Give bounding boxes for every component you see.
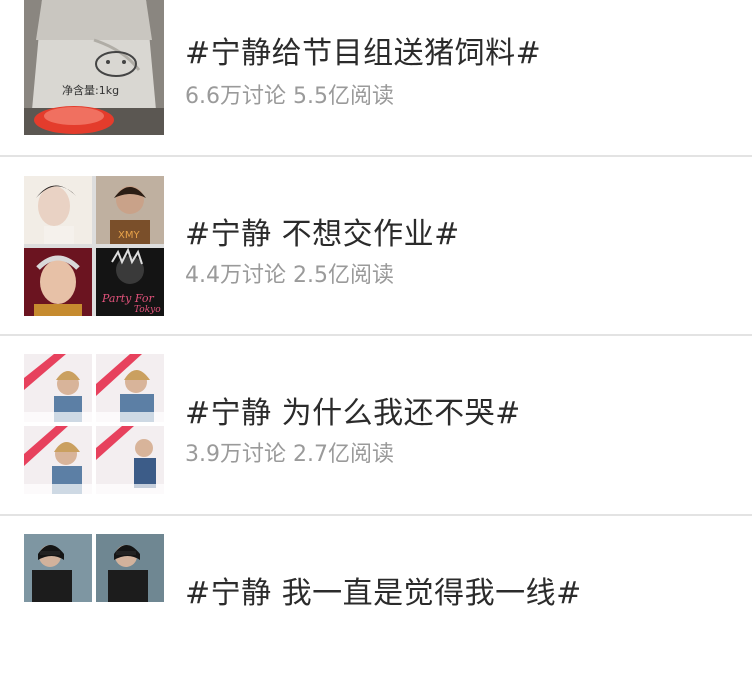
read-count: 2.7亿阅读 [293, 442, 394, 467]
discussion-count: 3.9万讨论 [185, 442, 286, 467]
portrait-image [36, 185, 76, 244]
read-count: 5.5亿阅读 [293, 84, 394, 109]
topic-row[interactable]: 净含量:1kg #宁静给节目组送猪饲料# 6.6万讨论 5.5亿阅读 [0, 0, 752, 155]
video-frame-image [96, 426, 164, 494]
topic-title[interactable]: #宁静 不想交作业# [185, 209, 460, 253]
photo-tile [24, 176, 92, 244]
video-frame [96, 534, 164, 602]
svg-text:Tokyo: Tokyo [134, 305, 161, 315]
svg-text:Party For: Party For [101, 292, 155, 305]
portrait-image [34, 255, 82, 316]
photo-tile [24, 248, 92, 316]
topic-thumbnail [24, 354, 164, 494]
read-count: 2.5亿阅读 [293, 263, 394, 288]
topic-thumbnail: XMY Party For Tokyo [24, 176, 164, 316]
topic-row[interactable]: XMY Party For Tokyo #宁静 不想交作业# 4.4万讨论 2.… [0, 157, 752, 334]
topic-thumbnail: 净含量:1kg [24, 0, 164, 135]
video-frame-image [24, 354, 92, 422]
topic-title[interactable]: #宁静给节目组送猪饲料# [185, 28, 541, 72]
video-frame-image [96, 354, 164, 422]
feed-bag-image [24, 0, 164, 135]
poster-image: Party For Tokyo [101, 248, 161, 315]
topic-stats: 6.6万讨论 5.5亿阅读 [185, 78, 394, 110]
topic-title[interactable]: #宁静 为什么我还不哭# [185, 388, 521, 432]
svg-text:XMY: XMY [118, 230, 140, 241]
discussion-count: 6.6万讨论 [185, 84, 286, 109]
video-frame-image [96, 534, 164, 602]
photo-tile: XMY [96, 176, 164, 244]
video-frame [96, 354, 164, 422]
video-frame-image [24, 534, 92, 602]
thumbnail-caption: 净含量:1kg [62, 84, 120, 97]
topic-stats: 4.4万讨论 2.5亿阅读 [185, 257, 394, 289]
portrait-image: XMY [110, 186, 150, 244]
video-frame-image [24, 426, 92, 494]
video-frame [24, 426, 92, 494]
topic-thumbnail [24, 534, 164, 674]
discussion-count: 4.4万讨论 [185, 263, 286, 288]
topic-stats: 3.9万讨论 2.7亿阅读 [185, 436, 394, 468]
video-frame [24, 534, 92, 602]
video-frame [96, 426, 164, 494]
topic-row[interactable]: #宁静 为什么我还不哭# 3.9万讨论 2.7亿阅读 [0, 336, 752, 514]
video-frame [24, 354, 92, 422]
topic-title[interactable]: #宁静 我一直是觉得我一线# [185, 568, 582, 612]
topic-row[interactable]: #宁静 我一直是觉得我一线# [0, 516, 752, 674]
photo-tile: Party For Tokyo [96, 248, 164, 316]
